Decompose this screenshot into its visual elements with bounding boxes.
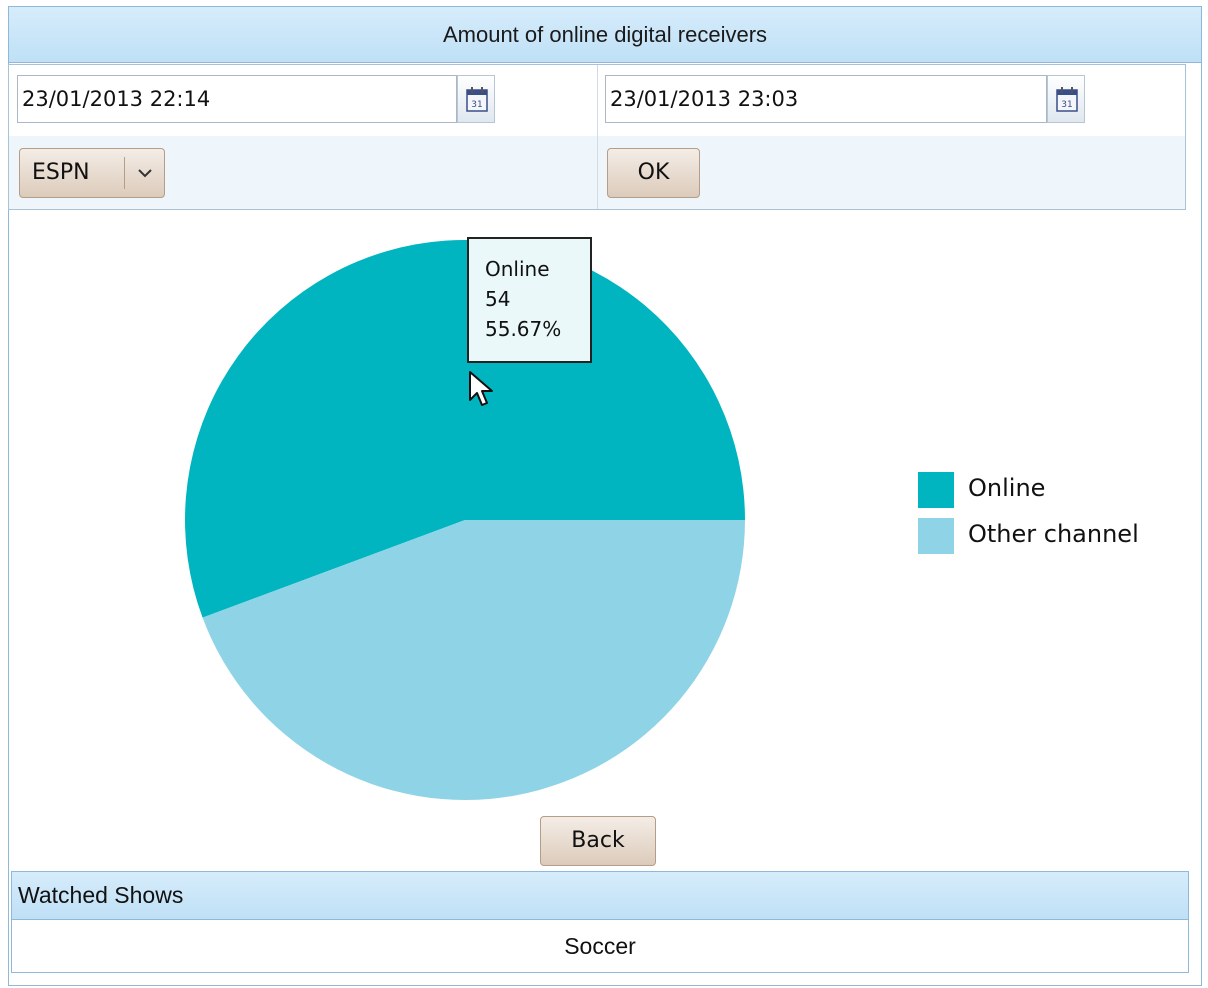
chart-tooltip: Online 54 55.67%: [467, 237, 592, 363]
end-date-input[interactable]: 23/01/2013 23:03: [605, 75, 1047, 123]
legend-label-online: Online: [968, 474, 1046, 502]
calendar-icon: 31: [466, 87, 488, 112]
legend-label-other-channel: Other channel: [968, 520, 1139, 548]
select-divider: [124, 157, 125, 189]
legend-swatch-other-channel: [918, 518, 954, 554]
channel-select-value: ESPN: [32, 160, 90, 185]
column-divider: [597, 65, 598, 209]
svg-text:31: 31: [1061, 100, 1072, 110]
channel-select[interactable]: ESPN: [19, 148, 165, 198]
tooltip-label: Online: [485, 257, 550, 281]
back-button[interactable]: Back: [540, 816, 656, 866]
mouse-cursor-icon: [469, 371, 493, 406]
svg-text:31: 31: [471, 100, 482, 110]
watched-shows-header: Watched Shows: [11, 871, 1189, 920]
chevron-down-icon: [138, 169, 152, 178]
start-date-calendar-button[interactable]: 31: [457, 75, 495, 123]
filter-form: 23/01/2013 22:14 31 23/01/2013 23:03 31 …: [8, 64, 1186, 210]
end-date-calendar-button[interactable]: 31: [1047, 75, 1085, 123]
panel-title: Amount of online digital receivers: [9, 7, 1201, 63]
watched-show-row[interactable]: Soccer: [11, 920, 1189, 973]
calendar-icon: 31: [1056, 87, 1078, 112]
legend-swatch-online: [918, 472, 954, 508]
tooltip-value: 54: [485, 287, 511, 311]
ok-button[interactable]: OK: [607, 148, 700, 198]
start-date-input[interactable]: 23/01/2013 22:14: [17, 75, 457, 123]
tooltip-percent: 55.67%: [485, 317, 562, 341]
